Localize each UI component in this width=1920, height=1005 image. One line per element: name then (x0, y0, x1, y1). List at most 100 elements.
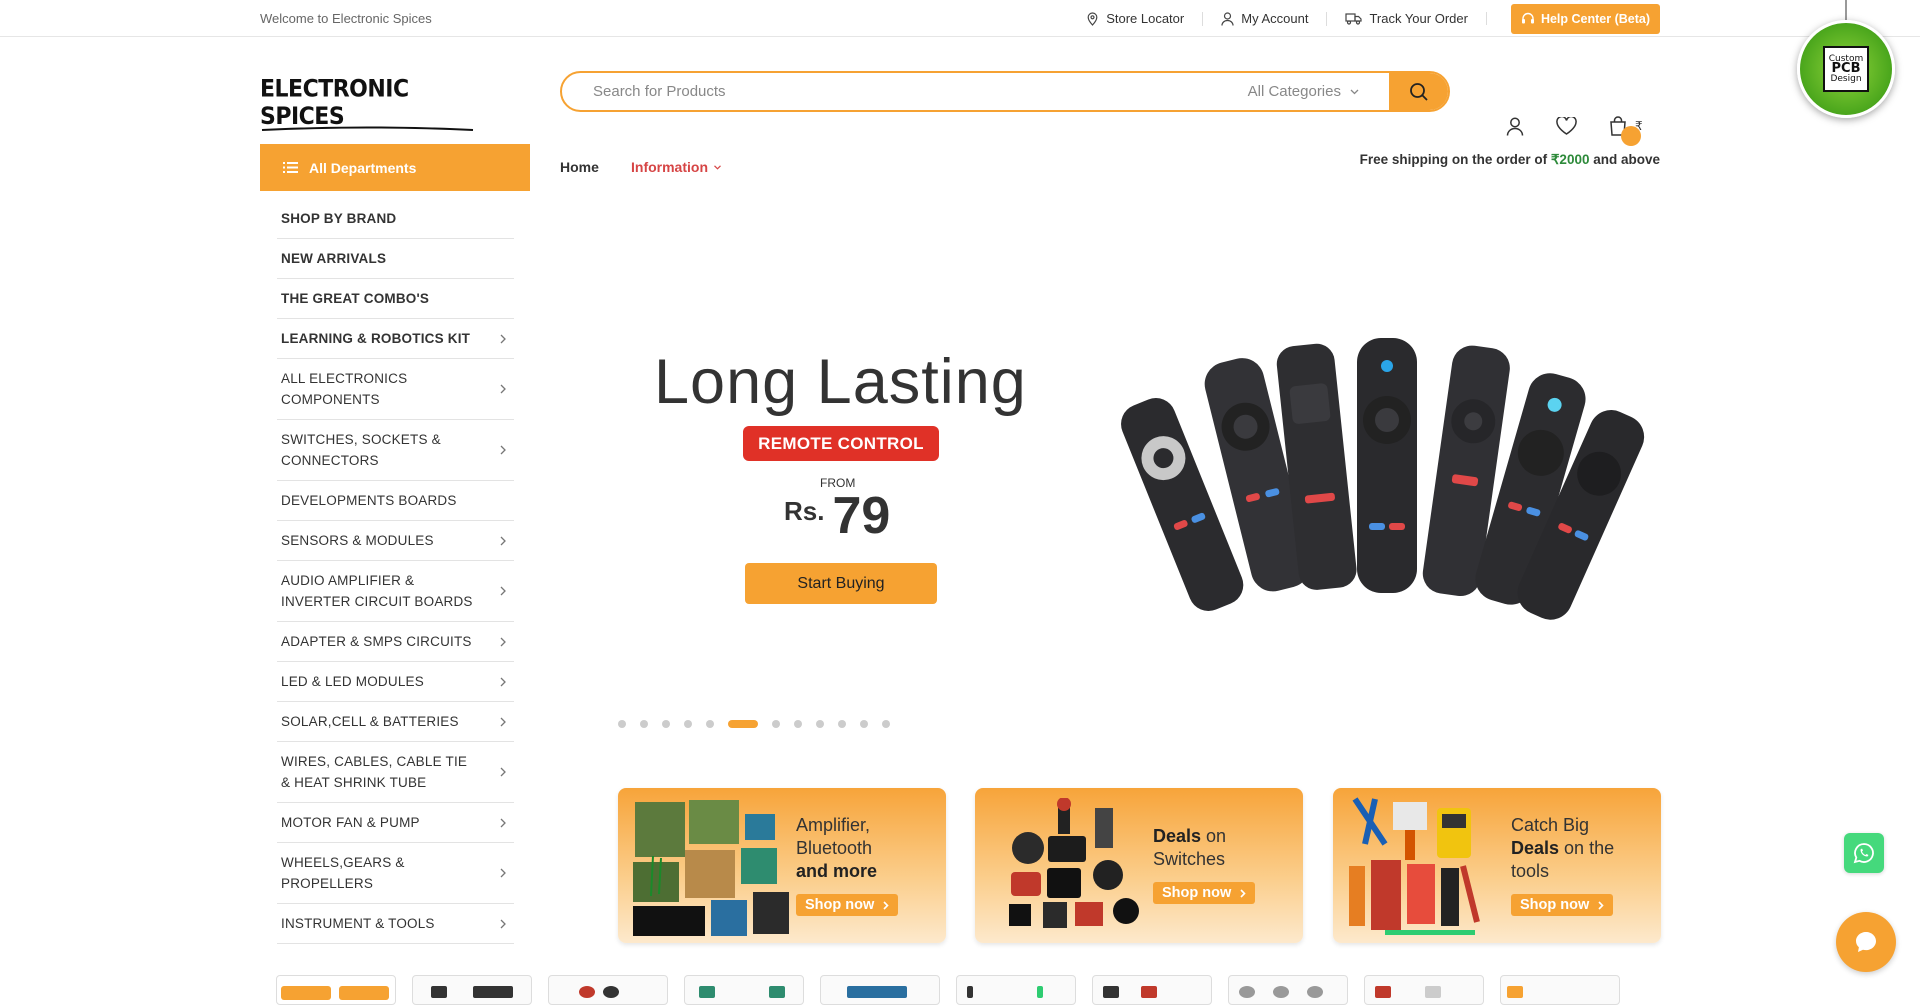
slider-dot[interactable] (860, 720, 868, 728)
promo-switches-line2: Switches (1153, 849, 1226, 869)
sidebar-item[interactable]: NEW ARRIVALS (277, 239, 514, 279)
switches-image (1009, 798, 1139, 928)
slider-dots (618, 720, 904, 728)
sidebar-item[interactable]: SHOP BY BRAND (277, 199, 514, 239)
sidebar-item[interactable]: INSTRUMENT & TOOLS (277, 904, 514, 944)
slider-dot[interactable] (794, 720, 802, 728)
hero-product-badge: REMOTE CONTROL (743, 426, 939, 461)
user-icon (1221, 11, 1234, 26)
category-thumb[interactable] (684, 975, 804, 1005)
remote-controls-image (1121, 338, 1645, 620)
category-thumb[interactable] (820, 975, 940, 1005)
sidebar-item[interactable]: WHEELS,GEARS & PROPELLERS (277, 843, 514, 904)
store-locator-label: Store Locator (1106, 11, 1185, 26)
category-thumb[interactable] (1228, 975, 1348, 1005)
category-thumb[interactable] (276, 975, 396, 1005)
promo-tools-line3: tools (1511, 861, 1550, 881)
slider-dot[interactable] (706, 720, 714, 728)
sidebar-item[interactable]: WIRES, CABLES, CABLE TIE & HEAT SHRINK T… (277, 742, 514, 803)
sidebar-item[interactable]: SOLAR,CELL & BATTERIES (277, 702, 514, 742)
start-buying-button[interactable]: Start Buying (745, 563, 937, 604)
chevron-right-icon (500, 445, 506, 455)
slider-dot[interactable] (772, 720, 780, 728)
category-thumb[interactable] (548, 975, 668, 1005)
slider-dot[interactable] (640, 720, 648, 728)
whatsapp-icon (1853, 843, 1874, 864)
custom-pcb-badge[interactable]: Custom PCB Design (1797, 20, 1895, 118)
free-shipping-amount: ₹2000 (1550, 152, 1590, 167)
promo-tools-text2: on the (1559, 838, 1615, 858)
cart-button[interactable]: ₹ (1609, 116, 1643, 146)
my-account-label: My Account (1241, 11, 1309, 26)
wishlist-button[interactable] (1556, 117, 1577, 135)
category-thumbnails (276, 975, 1636, 1005)
site-logo[interactable]: ELECTRONIC SPICES (260, 76, 475, 131)
track-order-link[interactable]: Track Your Order (1327, 12, 1487, 25)
nav-information-link[interactable]: Information (631, 159, 721, 175)
sidebar-item[interactable]: DEVELOPMENTS BOARDS (277, 481, 514, 521)
free-shipping-suffix: and above (1589, 152, 1660, 167)
sidebar-item[interactable]: THE GREAT COMBO'S (277, 279, 514, 319)
slider-dot[interactable] (816, 720, 824, 728)
sidebar-item-label: SENSORS & MODULES (281, 533, 434, 548)
promo-card-switches[interactable]: Deals on Switches Shop now (975, 788, 1303, 943)
live-chat-button[interactable] (1836, 912, 1896, 972)
help-center-button[interactable]: Help Center (Beta) (1510, 3, 1660, 34)
promo-amplifier-shop-button[interactable]: Shop now (796, 894, 899, 916)
promo-switches-text1: on (1201, 826, 1227, 846)
promo-amplifier-line2: Bluetooth (796, 838, 873, 858)
search-bar: All Categories (560, 71, 1450, 112)
promo-switches-shop-button[interactable]: Shop now (1153, 882, 1256, 904)
sidebar-item[interactable]: LEARNING & ROBOTICS KIT (277, 319, 514, 359)
promo-tools-shop-button[interactable]: Shop now (1511, 894, 1614, 916)
slider-dot[interactable] (728, 720, 758, 728)
category-thumb[interactable] (956, 975, 1076, 1005)
chat-bubble-icon (1856, 932, 1876, 952)
search-input[interactable] (562, 73, 1248, 110)
promo-card-amplifier[interactable]: Amplifier, Bluetooth and more Shop now (618, 788, 946, 943)
sidebar-item[interactable]: SENSORS & MODULES (277, 521, 514, 561)
sidebar-item-label: WIRES, CABLES, CABLE TIE & HEAT SHRINK T… (281, 754, 468, 790)
sidebar-item[interactable]: SWITCHES, SOCKETS & CONNECTORS (277, 420, 514, 481)
sidebar-item-label: MOTOR FAN & PUMP (281, 815, 420, 830)
cart-count-badge (1621, 126, 1641, 146)
store-locator-link[interactable]: Store Locator (1068, 11, 1204, 26)
whatsapp-button[interactable] (1844, 833, 1884, 873)
promo-card-tools[interactable]: Catch Big Deals on the tools Shop now (1333, 788, 1661, 943)
nav-home-link[interactable]: Home (560, 159, 599, 175)
chevron-right-icon (500, 717, 506, 726)
all-departments-button[interactable]: All Departments (260, 144, 530, 191)
promo-switches-text: Deals on Switches (1153, 825, 1226, 871)
top-links: Store Locator My Account Track Your Orde… (1068, 0, 1660, 37)
chevron-down-icon (714, 164, 721, 170)
category-select[interactable]: All Categories (1248, 83, 1389, 100)
header-icons: ₹ (1506, 116, 1675, 146)
welcome-text: Welcome to Electronic Spices (260, 11, 432, 26)
category-thumb[interactable] (1500, 975, 1620, 1005)
promo-amplifier-line3: and more (796, 861, 878, 881)
pcb-badge-label: Custom PCB Design (1823, 46, 1869, 92)
category-thumb[interactable] (412, 975, 532, 1005)
sidebar-item-label: DEVELOPMENTS BOARDS (281, 493, 457, 508)
sidebar-item[interactable]: ADAPTER & SMPS CIRCUITS (277, 622, 514, 662)
chevron-right-icon (500, 637, 506, 646)
sidebar-item-label: NEW ARRIVALS (281, 251, 387, 266)
sidebar-item[interactable]: LED & LED MODULES (277, 662, 514, 702)
sidebar-item[interactable]: MOTOR FAN & PUMP (277, 803, 514, 843)
slider-dot[interactable] (618, 720, 626, 728)
account-button[interactable] (1506, 117, 1524, 136)
map-pin-icon (1087, 11, 1098, 26)
department-sidebar: SHOP BY BRAND NEW ARRIVALS THE GREAT COMBO… (277, 199, 514, 944)
search-button[interactable] (1389, 73, 1448, 110)
slider-dot[interactable] (882, 720, 890, 728)
sidebar-item[interactable]: ALL ELECTRONICS COMPONENTS (277, 359, 514, 420)
category-thumb[interactable] (1092, 975, 1212, 1005)
category-thumb[interactable] (1364, 975, 1484, 1005)
my-account-link[interactable]: My Account (1203, 11, 1328, 26)
main-nav: All Departments Home Information Free sh… (0, 144, 1920, 193)
sidebar-item[interactable]: AUDIO AMPLIFIER & INVERTER CIRCUIT BOARD… (277, 561, 514, 622)
slider-dot[interactable] (684, 720, 692, 728)
free-shipping-notice: Free shipping on the order of ₹2000 and … (1360, 152, 1660, 168)
slider-dot[interactable] (662, 720, 670, 728)
slider-dot[interactable] (838, 720, 846, 728)
